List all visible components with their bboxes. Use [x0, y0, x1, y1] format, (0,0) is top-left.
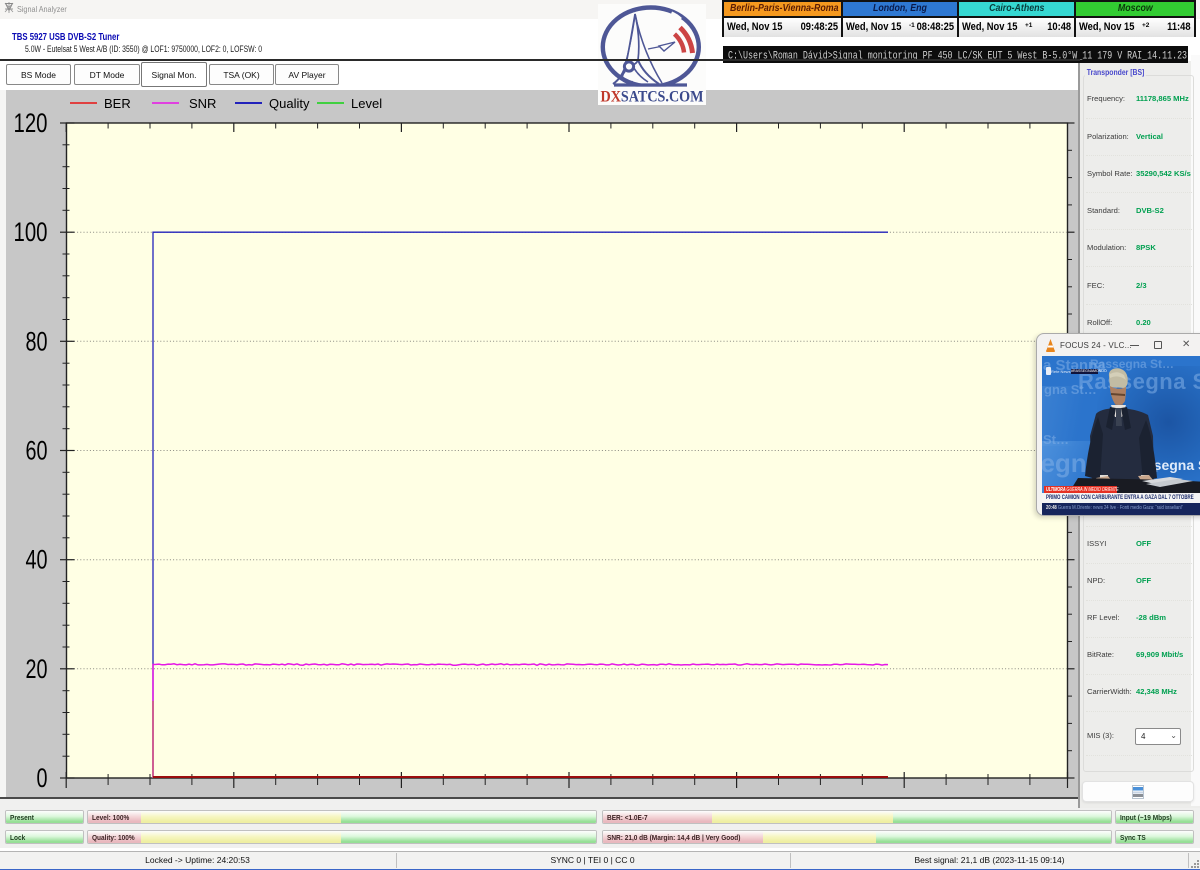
svg-text:120: 120: [14, 108, 48, 138]
svg-text:40: 40: [26, 545, 48, 575]
svg-text:20: 20: [26, 654, 48, 684]
svg-text:80: 80: [26, 326, 48, 356]
svg-text:100: 100: [14, 217, 48, 247]
svg-text:0: 0: [37, 763, 48, 793]
svg-text:60: 60: [26, 436, 48, 466]
svg-text:DXSATCS.COM: DXSATCS.COM: [601, 89, 704, 106]
